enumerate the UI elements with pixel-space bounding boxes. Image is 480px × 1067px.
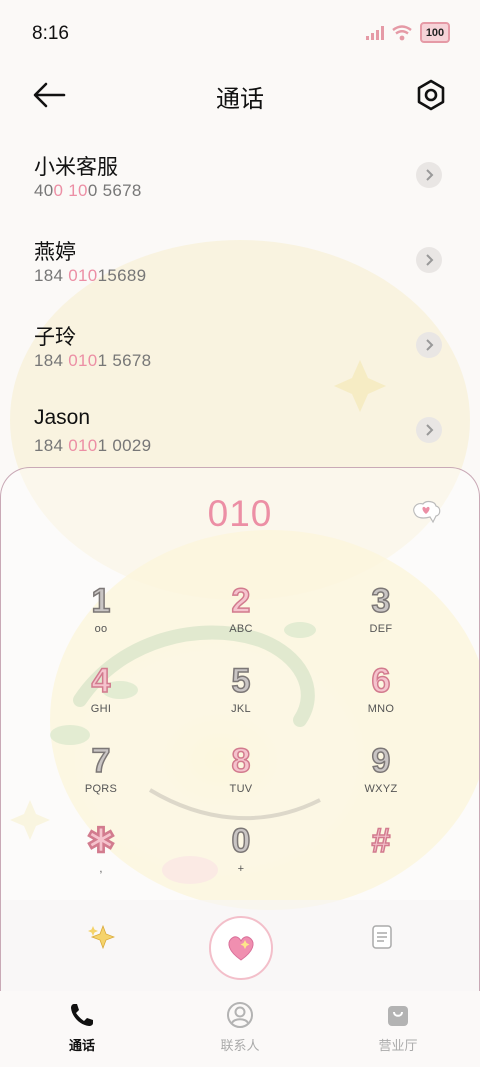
contact-number: 184 0101 5678: [34, 351, 152, 370]
chevron-right-icon[interactable]: [416, 417, 442, 443]
contact-number: 184 01015689: [34, 266, 147, 285]
contact-number: 400 100 5678: [34, 181, 142, 200]
notes-icon[interactable]: [370, 923, 394, 951]
battery-level: 100: [425, 26, 445, 39]
status-icons: 100: [366, 22, 450, 43]
contact-name: 燕婷: [34, 241, 76, 264]
chevron-right-icon[interactable]: [416, 332, 442, 358]
status-time: 8:16: [32, 23, 69, 44]
wifi-icon: [392, 24, 412, 40]
signal-icon: [366, 25, 384, 40]
key-0[interactable]: 0 +: [171, 822, 311, 903]
battery-icon: 100: [420, 22, 450, 43]
contact-item[interactable]: 燕婷 184 01015689: [0, 223, 480, 308]
key-1[interactable]: 1 oo: [31, 582, 171, 663]
key-2[interactable]: 2 ABC: [171, 582, 311, 663]
tab-label: 通话: [68, 1038, 95, 1053]
key-9[interactable]: 9 WXYZ: [311, 742, 451, 823]
key-6[interactable]: 6 MNO: [311, 662, 451, 743]
heart-bubble-icon[interactable]: [411, 500, 441, 526]
key-4[interactable]: 4 GHI: [31, 662, 171, 743]
call-button[interactable]: [209, 916, 273, 980]
tab-label: 联系人: [220, 1038, 260, 1053]
tab-contacts[interactable]: 联系人: [180, 1001, 300, 1054]
settings-gear-icon[interactable]: [414, 78, 448, 112]
key-star[interactable]: ✱ ,: [31, 822, 171, 903]
dial-panel: 010 1 oo 2 ABC 3 DEF 4 GHI 5 JKL 6 MNO 7…: [0, 467, 480, 1008]
bag-icon: [388, 1006, 408, 1026]
contact-item[interactable]: 子玲 184 0101 5678: [0, 308, 480, 393]
heart-icon: [228, 936, 254, 961]
contact-list: 小米客服 400 100 5678 燕婷 184 01015689 子玲 184…: [0, 138, 480, 478]
sparkle-icon[interactable]: [87, 923, 115, 951]
contact-name: 子玲: [34, 326, 76, 349]
key-3[interactable]: 3 DEF: [311, 582, 451, 663]
phone-icon: [71, 1004, 93, 1026]
header: 通话: [0, 66, 480, 124]
contact-item[interactable]: 小米客服 400 100 5678: [0, 138, 480, 223]
tab-calls[interactable]: 通话: [22, 1001, 142, 1054]
chevron-right-icon[interactable]: [416, 162, 442, 188]
contact-number: 184 0101 0029: [34, 436, 152, 455]
voicemail-icon: oo: [94, 623, 108, 635]
contact-item[interactable]: Jason 184 0101 0029: [0, 393, 480, 478]
person-icon: [227, 1002, 253, 1028]
key-7[interactable]: 7 PQRS: [31, 742, 171, 823]
chevron-right-icon[interactable]: [416, 247, 442, 273]
tab-label: 营业厅: [378, 1038, 418, 1053]
contact-name: 小米客服: [34, 156, 118, 179]
tab-service-hall[interactable]: 营业厅: [338, 1001, 458, 1054]
dialed-number: 010: [207, 493, 273, 534]
contact-name: Jason: [34, 406, 91, 429]
key-hash[interactable]: #: [311, 822, 451, 903]
status-bar: 8:16 100: [0, 0, 480, 66]
key-5[interactable]: 5 JKL: [171, 662, 311, 743]
page-title: 通话: [216, 86, 264, 113]
key-8[interactable]: 8 TUV: [171, 742, 311, 823]
bottom-nav: 通话 联系人 营业厅: [0, 991, 480, 1067]
